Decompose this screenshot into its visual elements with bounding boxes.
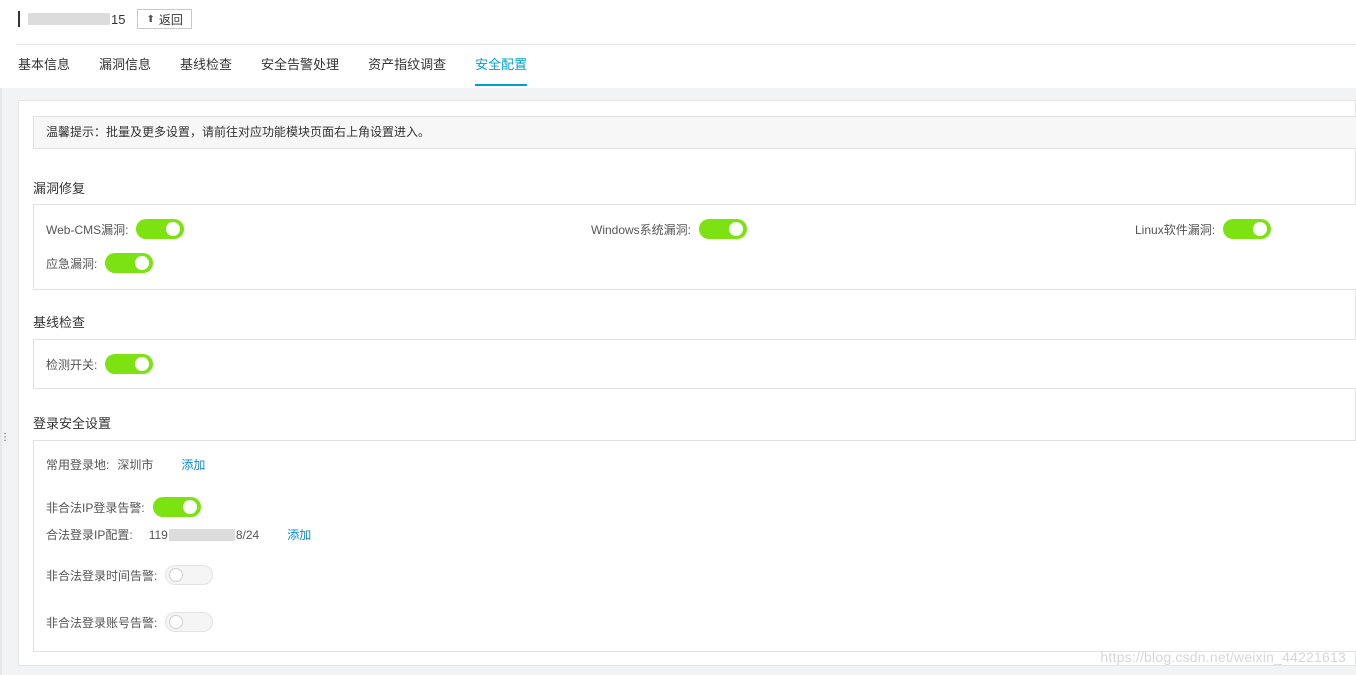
baseline-section-title: 基线检查: [33, 315, 86, 330]
tab-baseline-check[interactable]: 基线检查: [180, 46, 232, 86]
detection-toggle[interactable]: [105, 354, 154, 374]
header-divider: [16, 44, 1356, 45]
add-location-link[interactable]: 添加: [181, 456, 205, 473]
security-config-panel: 温馨提示：批量及更多设置，请前往对应功能模块页面右上角设置进入。 漏洞修复 We…: [18, 100, 1356, 666]
left-edge: [0, 0, 2, 675]
legal-ip-row: 合法登录IP配置: 119 8/24 添加: [46, 526, 311, 543]
emergency-toggle[interactable]: [105, 253, 154, 273]
title-marker: [18, 11, 20, 27]
redacted-ip: [168, 528, 235, 541]
linux-label: Linux软件漏洞:: [1135, 222, 1216, 237]
illegal-time-label: 非合法登录时间告警:: [46, 568, 158, 583]
windows-label: Windows系统漏洞:: [591, 222, 692, 237]
tab-vulnerability-info[interactable]: 漏洞信息: [99, 46, 151, 86]
common-location-value: 深圳市: [117, 458, 154, 472]
watermark: https://blog.csdn.net/weixin_44221613: [1100, 649, 1346, 665]
legal-ip-label: 合法登录IP配置:: [46, 528, 133, 542]
illegal-ip-toggle[interactable]: [152, 497, 201, 517]
baseline-settings-box: 检测开关:: [33, 339, 1356, 389]
emergency-setting: 应急漏洞:: [46, 253, 154, 273]
page-title-suffix: 15: [111, 11, 126, 27]
grip-icon[interactable]: ⋮: [0, 433, 10, 450]
vuln-settings-box: Web-CMS漏洞: Windows系统漏洞: Linux软件漏洞: 应急漏洞:: [33, 204, 1356, 290]
tab-asset-fingerprint[interactable]: 资产指纹调查: [368, 46, 446, 86]
legal-ip-suffix: 8/24: [235, 527, 260, 542]
windows-setting: Windows系统漏洞:: [591, 219, 748, 239]
illegal-ip-label: 非合法IP登录告警:: [46, 500, 145, 515]
web-cms-setting: Web-CMS漏洞:: [46, 219, 185, 239]
login-settings-box: 常用登录地: 深圳市 添加 非合法IP登录告警: 合法登录IP配置: 119 8…: [33, 440, 1356, 652]
toggle-knob: [729, 222, 744, 236]
illegal-account-label: 非合法登录账号告警:: [46, 615, 158, 630]
illegal-time-row: 非合法登录时间告警:: [46, 565, 214, 585]
tab-basic-info[interactable]: 基本信息: [18, 46, 70, 86]
vuln-section-title: 漏洞修复: [33, 181, 86, 196]
add-ip-link[interactable]: 添加: [287, 526, 311, 543]
page-header: 15 ⬆ 返回 基本信息 漏洞信息 基线检查 安全告警处理 资产指纹调查 安全配…: [0, 0, 1356, 88]
toggle-knob: [135, 357, 150, 371]
back-label: 返回: [158, 12, 183, 27]
back-button[interactable]: ⬆ 返回: [137, 9, 192, 29]
emergency-label: 应急漏洞:: [46, 256, 98, 271]
tab-bar: 基本信息 漏洞信息 基线检查 安全告警处理 资产指纹调查 安全配置: [18, 46, 556, 88]
illegal-ip-row: 非合法IP登录告警:: [46, 497, 201, 517]
tab-security-alert[interactable]: 安全告警处理: [261, 46, 339, 86]
up-arrow-icon: ⬆: [146, 13, 155, 25]
common-location-label: 常用登录地:: [46, 458, 110, 472]
illegal-account-toggle[interactable]: [165, 612, 214, 632]
tab-security-config[interactable]: 安全配置: [475, 46, 528, 86]
web-cms-toggle[interactable]: [136, 219, 185, 239]
legal-ip-prefix: 119: [148, 527, 168, 542]
toggle-knob: [135, 256, 150, 270]
login-section-title: 登录安全设置: [33, 416, 112, 431]
toggle-knob: [166, 222, 181, 236]
illegal-time-toggle[interactable]: [165, 565, 214, 585]
common-location-row: 常用登录地: 深圳市 添加: [46, 456, 205, 473]
linux-toggle[interactable]: [1223, 219, 1272, 239]
windows-toggle[interactable]: [699, 219, 748, 239]
toggle-knob: [182, 500, 197, 514]
redacted-title: [28, 13, 110, 25]
detection-setting: 检测开关:: [46, 354, 154, 374]
toggle-knob: [169, 615, 184, 629]
toggle-knob: [169, 568, 184, 582]
web-cms-label: Web-CMS漏洞:: [46, 222, 129, 237]
title-bar: 15 ⬆ 返回: [18, 8, 192, 30]
toggle-knob: [1253, 222, 1268, 236]
tip-banner: 温馨提示：批量及更多设置，请前往对应功能模块页面右上角设置进入。: [33, 116, 1356, 149]
detection-label: 检测开关:: [46, 357, 98, 372]
linux-setting: Linux软件漏洞:: [1135, 219, 1272, 239]
illegal-account-row: 非合法登录账号告警:: [46, 612, 214, 632]
